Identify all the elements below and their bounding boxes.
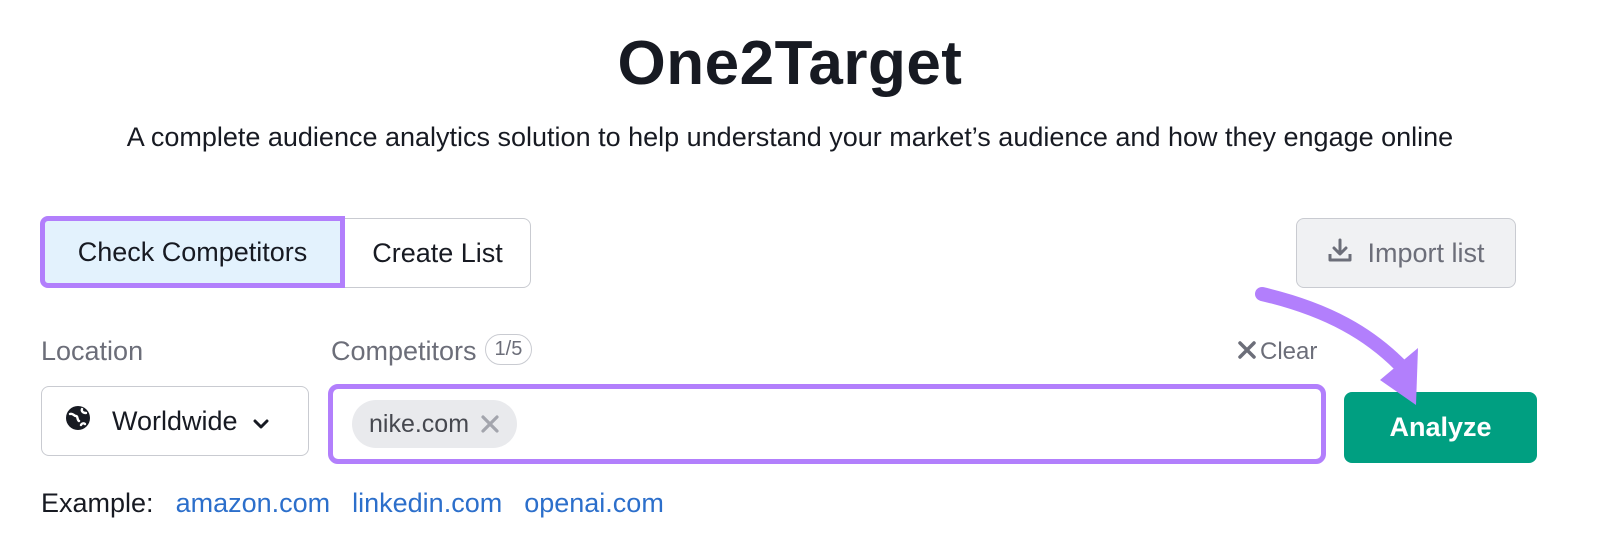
example-link-openai[interactable]: openai.com [524,488,664,519]
location-label: Location [41,336,144,366]
remove-chip-icon[interactable] [481,409,499,440]
import-list-label: Import list [1367,237,1485,268]
competitors-label-group: Competitors 1/5 [331,334,533,368]
example-link-linkedin[interactable]: linkedin.com [352,488,502,519]
download-icon [1327,237,1353,270]
examples-label: Example: [41,488,154,518]
annotation-arrow-icon [1255,287,1418,405]
competitors-count-badge: 1/5 [484,334,533,366]
competitor-chip-label: nike.com [369,409,470,438]
example-link-amazon[interactable]: amazon.com [176,488,331,519]
mode-tabs: Check Competitors Create List [40,216,531,290]
examples-row: Example: amazon.com linkedin.com openai.… [41,488,664,519]
tab-create-list[interactable]: Create List [345,218,531,288]
chevron-down-icon [252,406,270,437]
globe-icon [64,404,92,439]
tab-check-competitors[interactable]: Check Competitors [40,216,345,288]
competitors-label: Competitors [331,336,477,366]
competitor-chip: nike.com [352,400,518,448]
location-select[interactable]: Worldwide [41,386,309,456]
import-list-button[interactable]: Import list [1296,218,1516,288]
location-value: Worldwide [112,405,238,436]
page-subtitle: A complete audience analytics solution t… [126,122,1454,152]
competitors-input[interactable]: nike.com [328,384,1326,464]
page-title: One2Target [617,29,963,98]
